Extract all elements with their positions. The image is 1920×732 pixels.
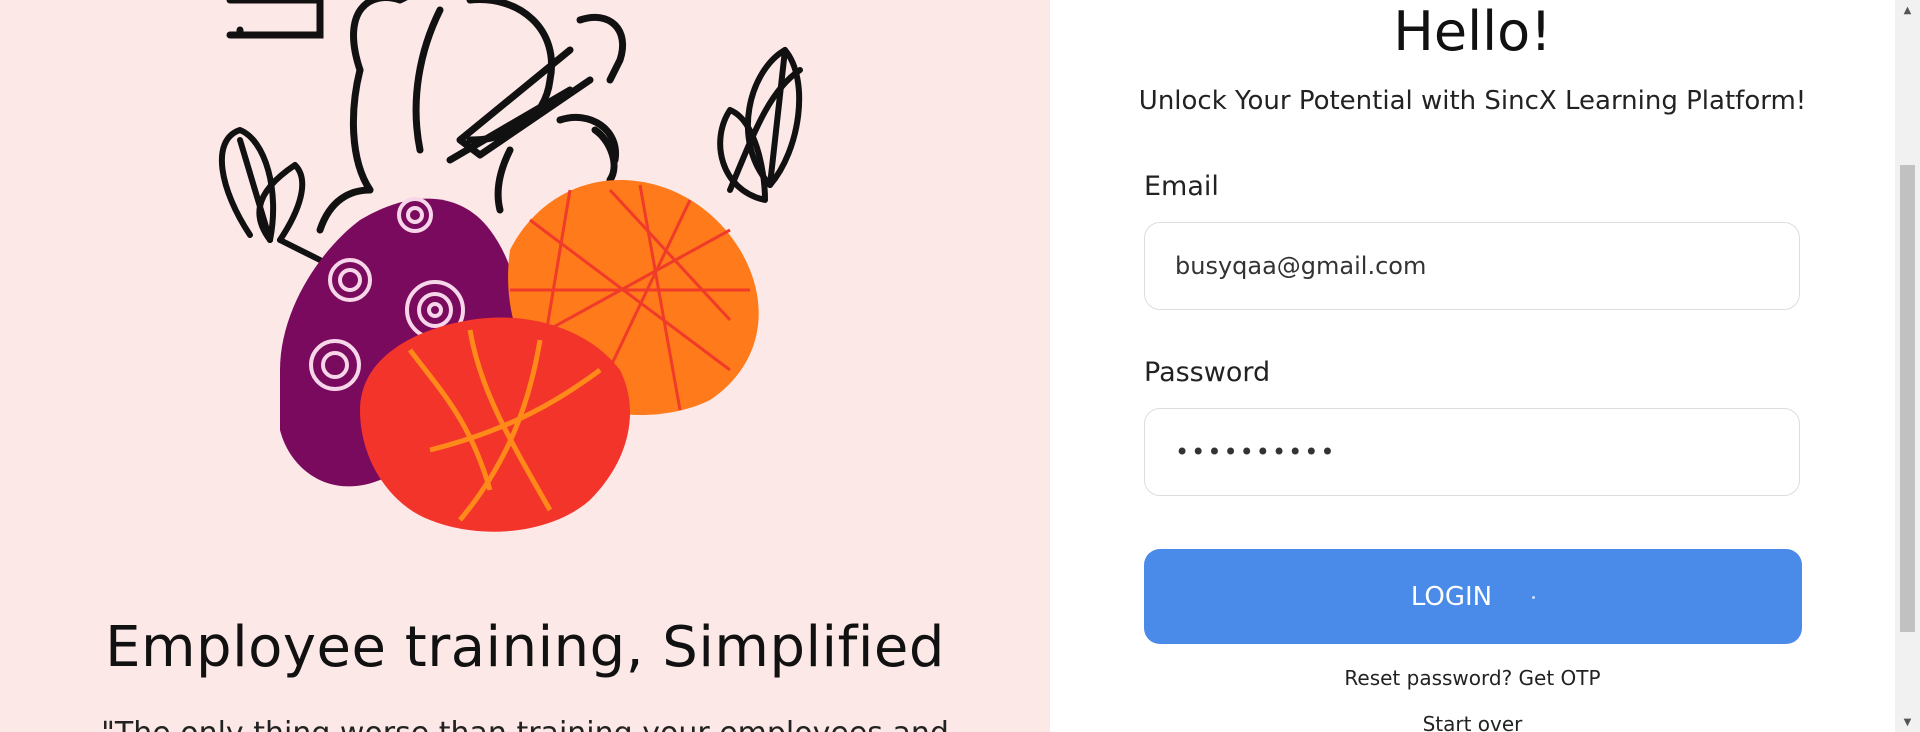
hero-illustration — [218, 0, 803, 532]
scrollbar-thumb[interactable] — [1900, 165, 1915, 632]
subtitle-text: Unlock Your Potential with SincX Learnin… — [1138, 86, 1807, 116]
triangle-up-icon[interactable]: ▲ — [1895, 0, 1920, 20]
password-label: Password — [1144, 357, 1271, 388]
login-button[interactable]: LOGIN — [1144, 549, 1802, 644]
left-hero-panel: Employee training, Simplified "The only … — [0, 0, 1050, 732]
start-over-link[interactable]: Start over — [1050, 712, 1895, 732]
password-field[interactable] — [1144, 408, 1800, 496]
email-field[interactable] — [1144, 222, 1800, 310]
login-panel: Hello! Unlock Your Potential with SincX … — [1050, 0, 1895, 732]
loading-dot — [1532, 595, 1536, 599]
reset-password-link[interactable]: Reset password? Get OTP — [1050, 666, 1895, 690]
triangle-down-icon[interactable]: ▼ — [1895, 712, 1920, 732]
hero-title: Employee training, Simplified — [105, 615, 945, 680]
greeting-heading: Hello! — [1393, 0, 1552, 63]
login-button-label: LOGIN — [1410, 581, 1493, 612]
hero-quote: "The only thing worse than training your… — [0, 716, 1050, 732]
vertical-scrollbar[interactable]: ▲ ▼ — [1895, 0, 1920, 732]
page: Employee training, Simplified "The only … — [0, 0, 1920, 732]
email-label: Email — [1144, 171, 1219, 202]
